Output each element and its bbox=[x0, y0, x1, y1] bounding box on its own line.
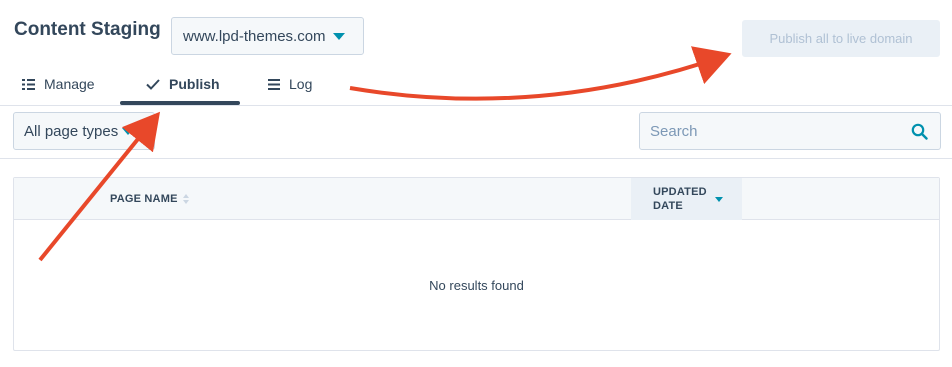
tab-publish-label: Publish bbox=[169, 76, 220, 92]
tab-publish[interactable]: Publish bbox=[146, 62, 220, 106]
column-header-page-name-label: PAGE NAME bbox=[110, 193, 178, 205]
search-icon[interactable] bbox=[911, 123, 928, 145]
domain-dropdown[interactable]: www.lpd-themes.com bbox=[171, 17, 364, 55]
search-input[interactable] bbox=[650, 122, 890, 140]
tab-log[interactable]: Log bbox=[268, 62, 312, 106]
empty-state-message: No results found bbox=[429, 278, 524, 293]
tab-log-label: Log bbox=[289, 76, 313, 92]
updated-date-line1: UPDATED bbox=[653, 186, 707, 198]
page-type-dropdown[interactable]: All page types bbox=[13, 112, 155, 150]
list-icon bbox=[22, 78, 35, 90]
column-header-page-name[interactable]: PAGE NAME bbox=[110, 178, 189, 220]
tab-bar: Manage Publish Log bbox=[0, 62, 400, 106]
table-header: PAGE NAME UPDATED DATE bbox=[14, 178, 939, 220]
column-header-updated-date-label: UPDATED DATE bbox=[653, 185, 707, 213]
page-header: Content Staging www.lpd-themes.com Publi… bbox=[0, 0, 952, 106]
lines-icon bbox=[268, 78, 280, 90]
publish-all-button[interactable]: Publish all to live domain bbox=[742, 20, 940, 57]
sort-icon bbox=[182, 194, 189, 204]
column-header-updated-date[interactable]: UPDATED DATE bbox=[631, 178, 742, 220]
page-title: Content Staging bbox=[14, 19, 161, 40]
caret-down-icon bbox=[332, 32, 345, 40]
tab-manage[interactable]: Manage bbox=[22, 62, 95, 106]
sort-descending-icon bbox=[714, 196, 723, 202]
domain-dropdown-value: www.lpd-themes.com bbox=[183, 27, 326, 45]
updated-date-line2: DATE bbox=[653, 200, 683, 212]
pages-table: PAGE NAME UPDATED DATE No results found bbox=[13, 177, 940, 351]
checkmark-icon bbox=[146, 78, 160, 90]
caret-down-icon bbox=[122, 127, 135, 135]
search-field[interactable] bbox=[639, 112, 941, 150]
tab-manage-label: Manage bbox=[44, 76, 95, 92]
page-type-value: All page types bbox=[24, 122, 119, 140]
filter-divider bbox=[0, 158, 952, 159]
active-tab-indicator bbox=[120, 101, 240, 105]
